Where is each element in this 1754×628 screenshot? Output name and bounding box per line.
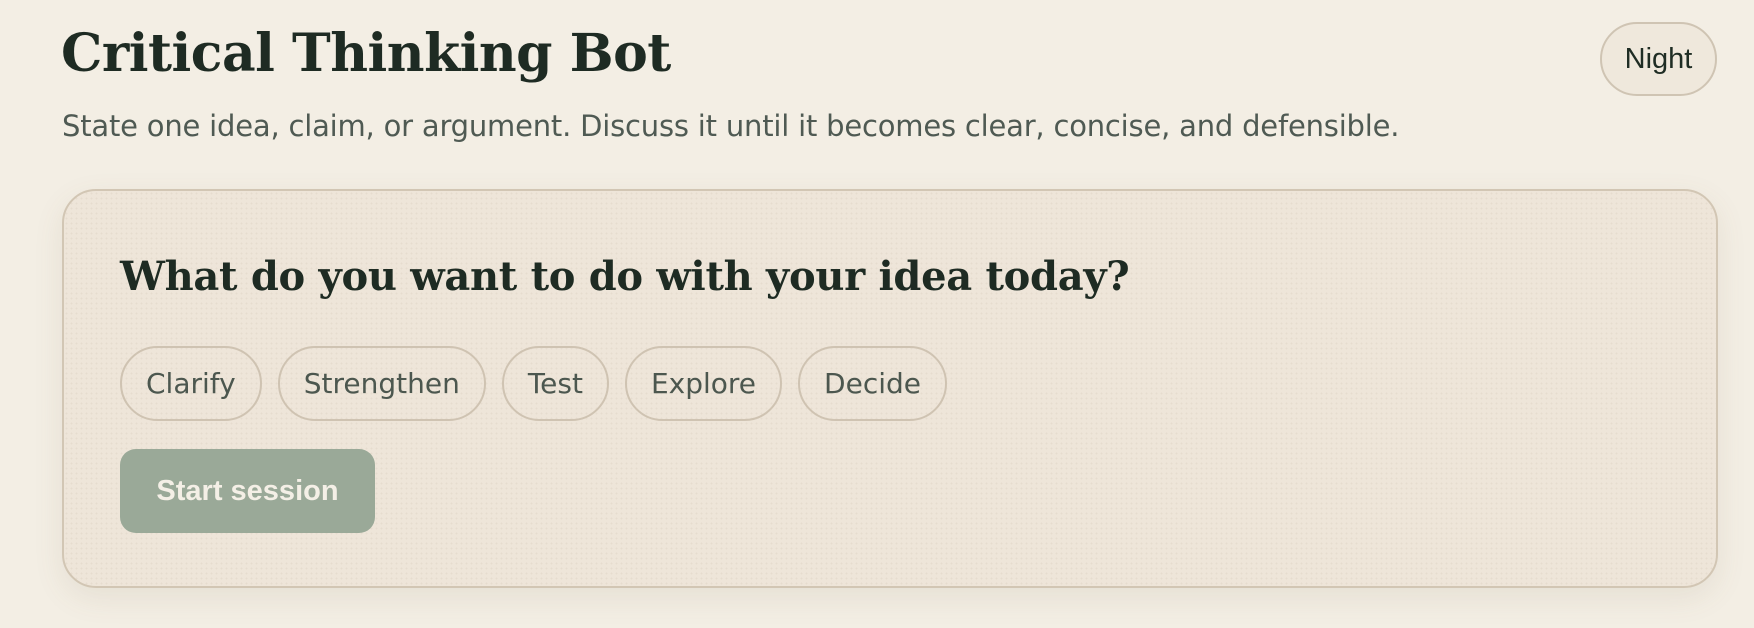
option-test-button[interactable]: Test — [501, 346, 609, 421]
option-explore-button[interactable]: Explore — [624, 346, 783, 421]
night-mode-toggle-button[interactable]: Night — [1600, 22, 1717, 96]
start-session-button[interactable]: Start session — [120, 449, 375, 533]
option-clarify-button[interactable]: Clarify — [120, 346, 262, 421]
option-strengthen-button[interactable]: Strengthen — [277, 346, 486, 421]
app-subtitle: State one idea, claim, or argument. Disc… — [62, 109, 1400, 143]
idea-intent-card: What do you want to do with your idea to… — [62, 189, 1718, 588]
intent-question: What do you want to do with your idea to… — [120, 253, 1130, 300]
intent-options: Clarify Strengthen Test Explore Decide — [120, 346, 947, 421]
option-decide-button[interactable]: Decide — [798, 346, 947, 421]
app-title: Critical Thinking Bot — [61, 23, 671, 84]
